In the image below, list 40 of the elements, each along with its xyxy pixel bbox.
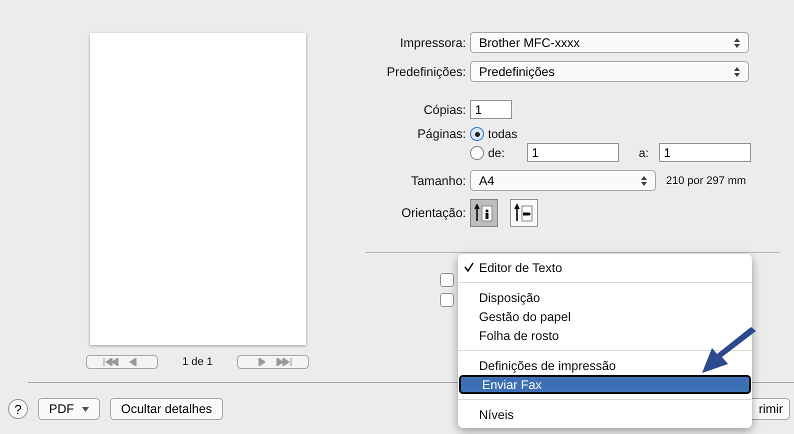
next-page-button[interactable] <box>236 355 309 369</box>
hide-details-button[interactable]: Ocultar detalhes <box>110 398 224 420</box>
help-button[interactable]: ? <box>8 399 28 419</box>
presets-label: Predefinições: <box>386 64 467 78</box>
landscape-button[interactable] <box>510 199 538 227</box>
checkmark-icon <box>464 262 474 272</box>
stepper-icon <box>641 176 647 186</box>
radio-button[interactable] <box>470 127 484 141</box>
menu-item[interactable]: Editor de Texto <box>458 258 752 277</box>
printer-popup[interactable]: Brother MFC-xxxx <box>470 32 749 53</box>
pdf-button[interactable]: PDF <box>38 398 100 420</box>
radio-label: todas <box>488 127 518 141</box>
copies-label: Cópias: <box>422 102 467 116</box>
radio-label: de: <box>488 146 505 160</box>
stepper-icon <box>734 38 740 48</box>
presets-popup[interactable]: Predefinições <box>470 61 749 82</box>
from-page-field[interactable]: 1 <box>526 143 619 162</box>
portrait-button[interactable] <box>470 199 498 227</box>
size-label: Tamanho: <box>410 174 467 188</box>
radio-button[interactable] <box>470 146 484 160</box>
menu-item[interactable]: Folha de rosto <box>458 326 752 345</box>
previous-page-button[interactable] <box>86 355 158 369</box>
menu-item[interactable]: Níveis <box>458 405 752 424</box>
to-label: a: <box>638 146 649 160</box>
caret-icon <box>82 406 89 412</box>
paper-size-popup[interactable]: A4 <box>470 170 656 191</box>
checkbox[interactable] <box>440 293 454 307</box>
menu-item[interactable]: Gestão do papel <box>458 307 752 326</box>
printer-label: Impressora: <box>399 36 467 50</box>
to-page-field[interactable]: 1 <box>658 143 751 162</box>
orientation-label: Orientação: <box>400 206 467 220</box>
page-indicator: 1 de 1 <box>182 356 213 368</box>
copies-field[interactable]: 1 <box>470 100 512 119</box>
menu-item[interactable]: Definições de impressão <box>458 356 752 375</box>
paper-dimensions: 210 por 297 mm <box>666 174 746 186</box>
stepper-icon <box>734 66 740 76</box>
pages-label: Páginas: <box>416 127 467 141</box>
menu-item[interactable]: Enviar Fax <box>459 375 751 394</box>
checkbox[interactable] <box>440 273 454 287</box>
menu-item[interactable]: Disposição <box>458 288 752 307</box>
